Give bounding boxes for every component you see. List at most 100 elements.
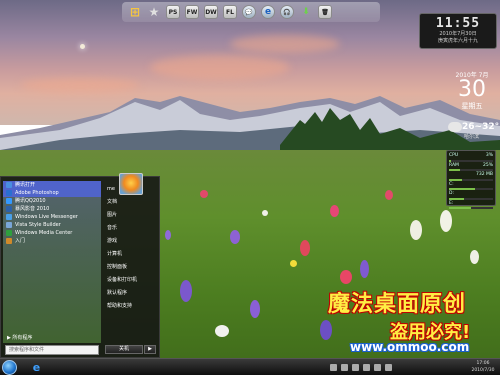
right-item-documents[interactable]: 文档 — [105, 196, 159, 209]
recycle-bin-icon[interactable]: 🗑 — [318, 5, 332, 19]
system-tray — [330, 362, 392, 373]
program-label: Windows Live Messenger — [15, 214, 78, 220]
tray-icon[interactable] — [352, 364, 359, 371]
wallpaper-flower — [300, 240, 310, 256]
start-button[interactable] — [2, 360, 17, 375]
program-label: 腾讯QQ2010 — [15, 198, 46, 204]
program-item[interactable]: 腾讯打开 — [3, 181, 101, 189]
calendar-widget[interactable]: 2010年 7月 30 星期五 — [448, 70, 496, 111]
wallpaper-flower — [290, 260, 297, 267]
headphones-icon[interactable]: 🎧 — [280, 5, 294, 19]
right-item-music[interactable]: 音乐 — [105, 222, 159, 235]
monitor-bar — [449, 207, 493, 209]
program-icon — [6, 182, 12, 188]
monitor-bar — [449, 178, 493, 181]
monitor-row: CPU 3% — [449, 153, 493, 162]
shutdown-options-button[interactable]: ▶ — [144, 345, 156, 354]
monitor-bar — [449, 197, 493, 200]
wallpaper-flower — [410, 220, 422, 240]
all-programs-link[interactable]: ▶ 所有程序 — [7, 334, 32, 341]
wallpaper-flower — [165, 230, 171, 240]
start-search-input[interactable]: 搜索程序和文件 — [5, 345, 99, 355]
watermark-url: www.ommoo.com — [350, 340, 470, 354]
monitor-label: D: — [449, 191, 454, 196]
monitor-bar-fill — [449, 159, 452, 162]
program-icon — [6, 206, 12, 212]
wallpaper-flower — [340, 270, 352, 284]
watermark-title: 魔法桌面原创 — [328, 292, 467, 317]
clock-widget[interactable]: 11:55 2010年7月30日 庚寅虎年六月十九 — [419, 13, 497, 49]
program-item[interactable]: Vista Style Builder — [3, 221, 101, 229]
right-item-user[interactable]: me — [105, 183, 159, 196]
program-label: Vista Style Builder — [15, 222, 61, 228]
calendar-weekday: 星期五 — [461, 102, 483, 110]
program-label: 腾讯打开 — [15, 182, 36, 188]
system-monitor-widget[interactable]: CPU 3% RAM 25% 732 MB C: D: E: — [446, 150, 496, 209]
cloud-icon — [448, 122, 462, 132]
program-item[interactable]: Windows Live Messenger — [3, 213, 101, 221]
tray-icon[interactable] — [341, 364, 348, 371]
wallpaper-flower — [440, 210, 452, 232]
wallpaper-flower — [250, 300, 260, 318]
right-item-computer[interactable]: 计算机 — [105, 248, 159, 261]
monitor-bar-fill — [449, 207, 471, 209]
arrow-down-icon[interactable]: ⬇ — [299, 5, 313, 19]
program-label: Windows Media Center — [15, 230, 73, 236]
star-icon[interactable]: ★ — [147, 5, 161, 19]
right-item-help[interactable]: 帮助和支持 — [105, 300, 159, 313]
program-icon — [6, 230, 12, 236]
monitor-row: 732 MB — [449, 172, 493, 181]
taskbar-date: 2010/7/30 — [471, 368, 495, 373]
fireworks-icon[interactable]: FW — [185, 5, 199, 19]
taskbar-clock[interactable]: 17:06 2010/7/30 — [468, 360, 498, 374]
tray-icon[interactable] — [363, 364, 370, 371]
right-item-games[interactable]: 游戏 — [105, 235, 159, 248]
monitor-label: C: — [449, 181, 454, 187]
volume-icon[interactable] — [385, 364, 392, 371]
start-menu-right-pane: me 文档 图片 音乐 游戏 计算机 控制面板 设备和打印机 默认程序 帮助和支… — [105, 183, 159, 313]
program-icon — [6, 222, 12, 228]
program-item[interactable]: 腾讯QQ2010 — [3, 197, 101, 205]
program-item[interactable]: 入门 — [3, 237, 101, 245]
right-item-pictures[interactable]: 图片 — [105, 209, 159, 222]
wallpaper-flower — [180, 280, 192, 302]
network-icon[interactable] — [374, 364, 381, 371]
monitor-bar — [449, 169, 493, 171]
right-item-control-panel[interactable]: 控制面板 — [105, 261, 159, 274]
wallpaper-flower — [215, 325, 229, 337]
ie-icon[interactable]: e — [261, 5, 275, 19]
monitor-label: CPU — [449, 153, 459, 158]
right-item-default-programs[interactable]: 默认程序 — [105, 287, 159, 300]
dreamweaver-icon[interactable]: DW — [204, 5, 218, 19]
program-item[interactable]: 暴风影音 2010 — [3, 205, 101, 213]
wallpaper-flower — [262, 210, 268, 216]
wallpaper-flower — [200, 190, 208, 198]
wallpaper-cloud — [230, 35, 340, 53]
windows-logo-icon[interactable]: ⊞ — [128, 5, 142, 19]
wallpaper-flower — [360, 260, 369, 278]
weather-city: 哈尔滨 — [464, 134, 480, 140]
program-icon — [6, 190, 12, 196]
clock-time: 11:55 — [435, 16, 481, 31]
flash-icon[interactable]: FL — [223, 5, 237, 19]
photoshop-icon[interactable]: PS — [166, 5, 180, 19]
wallpaper-cloud — [150, 55, 290, 80]
clock-date: 2010年7月30日 — [439, 31, 477, 37]
monitor-row: E: — [449, 201, 493, 209]
top-dock: ⊞ ★ PS FW DW FL 💬 e 🎧 ⬇ 🗑 — [122, 2, 380, 22]
program-item[interactable]: Adobe Photoshop — [3, 189, 101, 197]
right-item-devices-printers[interactable]: 设备和打印机 — [105, 274, 159, 287]
wallpaper-flower — [330, 205, 339, 217]
shutdown-button[interactable]: 关机 — [105, 345, 143, 354]
chat-icon[interactable]: 💬 — [242, 5, 256, 19]
wallpaper-flower — [385, 190, 393, 200]
weather-temperature: 26~32° — [462, 122, 500, 132]
tray-icon[interactable] — [330, 364, 337, 371]
weather-widget[interactable]: 26~32° 哈尔滨 — [448, 120, 500, 140]
start-menu: 腾讯打开 Adobe Photoshop 腾讯QQ2010 暴风影音 2010 Wind… — [0, 173, 160, 358]
monitor-bar-fill — [449, 197, 465, 200]
program-item[interactable]: Windows Media Center — [3, 229, 101, 237]
monitor-value: 25% — [482, 162, 493, 168]
wallpaper-flower — [230, 230, 240, 244]
ie-icon[interactable]: e — [30, 361, 43, 374]
